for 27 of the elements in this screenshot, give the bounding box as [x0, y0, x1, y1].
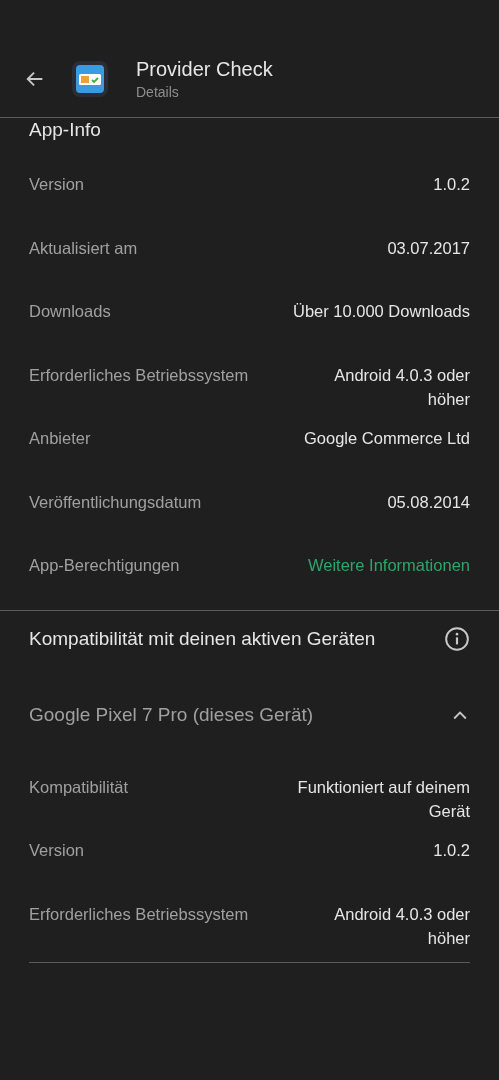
- more-info-link[interactable]: Weitere Informationen: [307, 553, 470, 577]
- info-value: 1.0.2: [432, 840, 470, 861]
- device-header[interactable]: Google Pixel 7 Pro (dieses Gerät): [0, 667, 499, 764]
- info-value: Android 4.0.3 oder höher: [333, 364, 470, 410]
- info-label: Veröffentlichungsdatum: [29, 491, 203, 513]
- info-label: App-Berechtigungen: [29, 555, 181, 576]
- page-subtitle: Details: [136, 82, 180, 102]
- info-value: Funktioniert auf deinem Gerät: [296, 776, 470, 822]
- info-label: Erforderliches Betriebssystem: [29, 364, 250, 386]
- info-value: 03.07.2017: [386, 237, 470, 259]
- info-label: Erforderliches Betriebssystem: [29, 903, 250, 925]
- info-value: Android 4.0.3 oder höher: [333, 903, 470, 949]
- info-label: Aktualisiert am: [29, 237, 139, 259]
- info-label: Anbieter: [29, 428, 92, 449]
- info-label: Version: [29, 174, 86, 195]
- info-label: Kompatibilität: [29, 776, 130, 798]
- info-icon[interactable]: [444, 626, 470, 652]
- info-label: Downloads: [29, 301, 112, 322]
- info-value: Über 10.000 Downloads: [291, 301, 470, 322]
- info-value: 05.08.2014: [386, 491, 470, 513]
- app-title: Provider Check: [136, 56, 273, 82]
- info-label: Version: [29, 840, 86, 861]
- section-title: App-Info: [29, 118, 101, 142]
- info-value: 1.0.2: [432, 174, 470, 195]
- info-value: Google Commerce Ltd: [303, 428, 470, 449]
- section-title: Kompatibilität mit deinen aktiven Geräten: [29, 626, 376, 651]
- app-logo-icon: [72, 60, 108, 97]
